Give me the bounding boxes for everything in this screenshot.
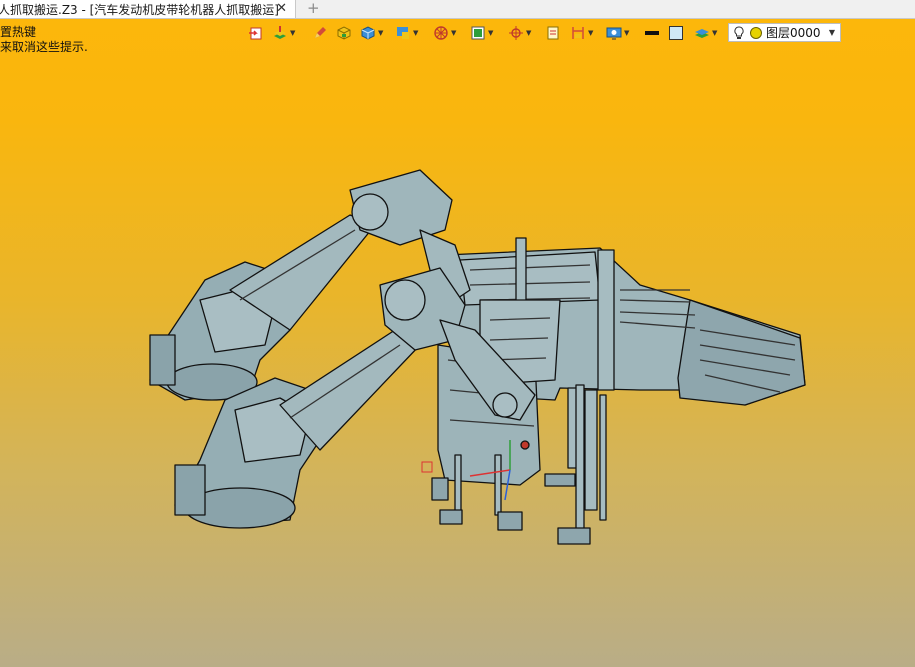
viewport-3d-model[interactable] <box>0 0 915 667</box>
